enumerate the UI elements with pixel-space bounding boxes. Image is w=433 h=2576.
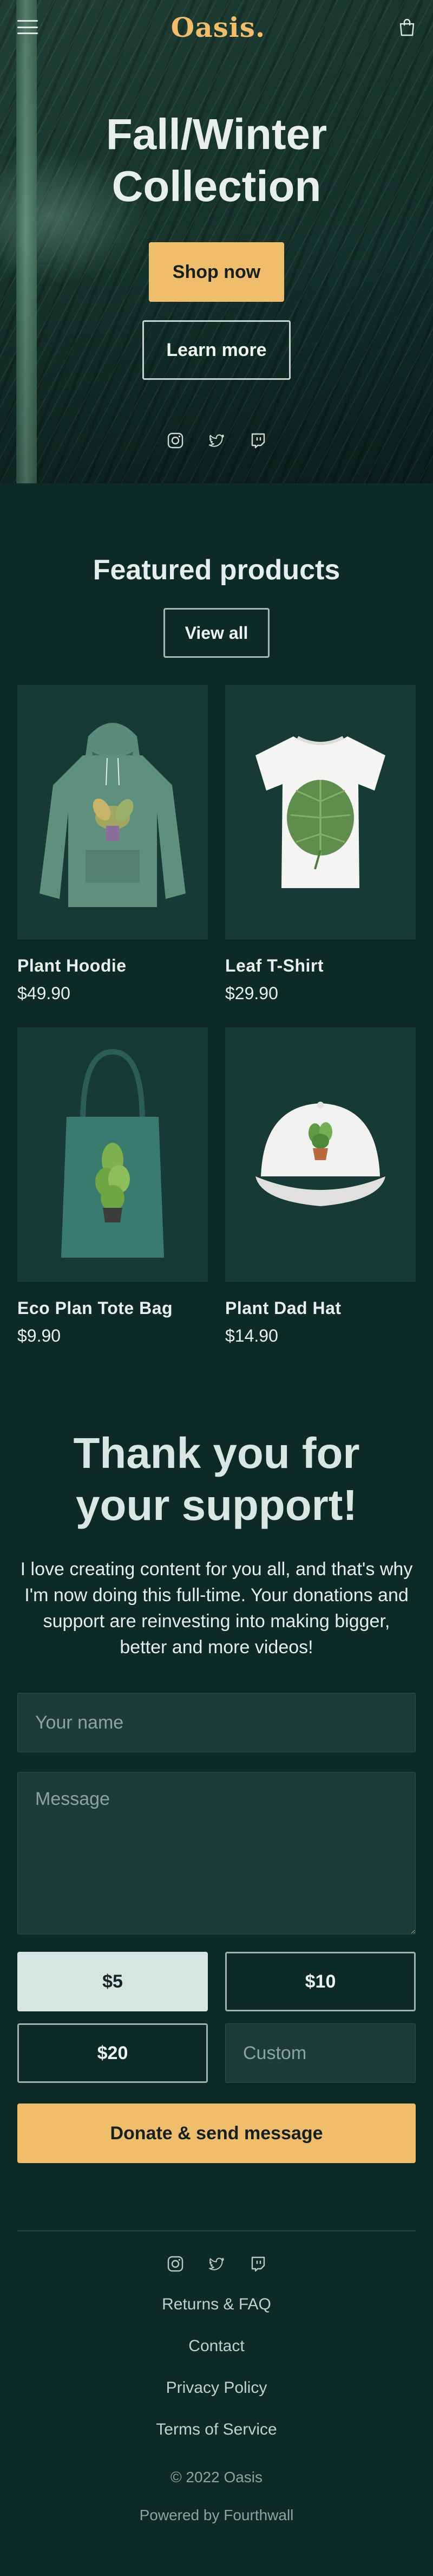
learn-more-button[interactable]: Learn more	[142, 320, 291, 380]
brand-logo[interactable]: Oasis.	[171, 11, 266, 43]
product-image-eco-tote-bag[interactable]	[17, 1027, 208, 1282]
featured-products-section: Featured products View all Plant Hoodie …	[0, 483, 433, 1346]
footer-link-privacy-policy[interactable]: Privacy Policy	[17, 2379, 416, 2397]
product-name[interactable]: Leaf T-Shirt	[225, 956, 416, 976]
hero-banner: Oasis. Fall/Winter Collection Shop now L…	[0, 0, 433, 483]
support-section: Thank you for your support! I love creat…	[0, 1346, 433, 2163]
support-title-line2: your support!	[76, 1481, 357, 1529]
product-image-plant-dad-hat[interactable]	[225, 1027, 416, 1282]
support-title-line1: Thank you for	[73, 1429, 360, 1477]
product-card-eco-tote-bag[interactable]: Eco Plan Tote Bag $9.90	[17, 1027, 208, 1346]
donation-amount-options: $5 $10 $20	[17, 1952, 416, 2083]
footer-links: Returns & FAQ Contact Privacy Policy Ter…	[17, 2295, 416, 2439]
hero-title: Fall/Winter Collection	[0, 108, 433, 212]
shopping-bag-icon[interactable]	[398, 18, 416, 36]
amount-10-button[interactable]: $10	[225, 1952, 416, 2011]
hero-social-links	[0, 432, 433, 449]
hero-title-line2: Collection	[111, 162, 322, 210]
hoodie-image	[40, 723, 186, 907]
view-all-button[interactable]: View all	[163, 608, 270, 658]
donate-send-message-button[interactable]: Donate & send message	[17, 2103, 416, 2163]
instagram-icon[interactable]	[167, 2255, 184, 2273]
product-grid: Plant Hoodie $49.90 Leaf T-Shirt $29.90	[17, 685, 416, 1346]
powered-by-link[interactable]: Powered by Fourthwall	[17, 2507, 416, 2524]
product-image-leaf-tshirt[interactable]	[225, 685, 416, 940]
hero-title-line1: Fall/Winter	[106, 110, 327, 158]
product-price: $29.90	[225, 983, 278, 1003]
copyright-text: © 2022 Oasis	[170, 2469, 263, 2486]
instagram-icon[interactable]	[167, 432, 184, 449]
site-footer: Returns & FAQ Contact Privacy Policy Ter…	[17, 2230, 416, 2524]
custom-amount-input[interactable]	[225, 2023, 416, 2083]
twitch-icon[interactable]	[249, 432, 266, 449]
product-price: $14.90	[225, 1326, 278, 1345]
footer-link-terms-of-service[interactable]: Terms of Service	[17, 2420, 416, 2439]
top-navigation: Oasis.	[0, 0, 433, 54]
product-card-leaf-tshirt[interactable]: Leaf T-Shirt $29.90	[225, 685, 416, 1004]
product-price: $49.90	[17, 983, 70, 1003]
product-name[interactable]: Plant Hoodie	[17, 956, 208, 976]
product-image-plant-hoodie[interactable]	[17, 685, 208, 940]
product-price: $9.90	[17, 1326, 61, 1345]
product-card-plant-hoodie[interactable]: Plant Hoodie $49.90	[17, 685, 208, 1004]
donation-form: $5 $10 $20 Donate & send message	[17, 1693, 416, 2163]
footer-link-returns-faq[interactable]: Returns & FAQ	[17, 2295, 416, 2314]
amount-20-button[interactable]: $20	[17, 2023, 208, 2083]
tshirt-image	[255, 736, 385, 888]
footer-link-contact[interactable]: Contact	[17, 2337, 416, 2355]
hero-content: Fall/Winter Collection Shop now Learn mo…	[0, 108, 433, 449]
twitter-icon[interactable]	[208, 432, 225, 449]
featured-products-title: Featured products	[93, 554, 340, 586]
tote-bag-image	[61, 1048, 164, 1258]
twitter-icon[interactable]	[208, 2255, 225, 2273]
shop-now-button[interactable]: Shop now	[149, 242, 284, 302]
product-name[interactable]: Plant Dad Hat	[225, 1298, 416, 1318]
product-card-plant-dad-hat[interactable]: Plant Dad Hat $14.90	[225, 1027, 416, 1346]
name-input[interactable]	[17, 1693, 416, 1752]
product-name[interactable]: Eco Plan Tote Bag	[17, 1298, 208, 1318]
support-title: Thank you for your support!	[17, 1427, 416, 1531]
message-textarea[interactable]	[17, 1772, 416, 1934]
amount-5-button[interactable]: $5	[17, 1952, 208, 2011]
footer-social-links	[17, 2255, 416, 2273]
hamburger-menu-icon[interactable]	[17, 20, 38, 34]
cap-image	[255, 1102, 385, 1206]
support-description: I love creating content for you all, and…	[20, 1559, 413, 1658]
twitch-icon[interactable]	[249, 2255, 266, 2273]
